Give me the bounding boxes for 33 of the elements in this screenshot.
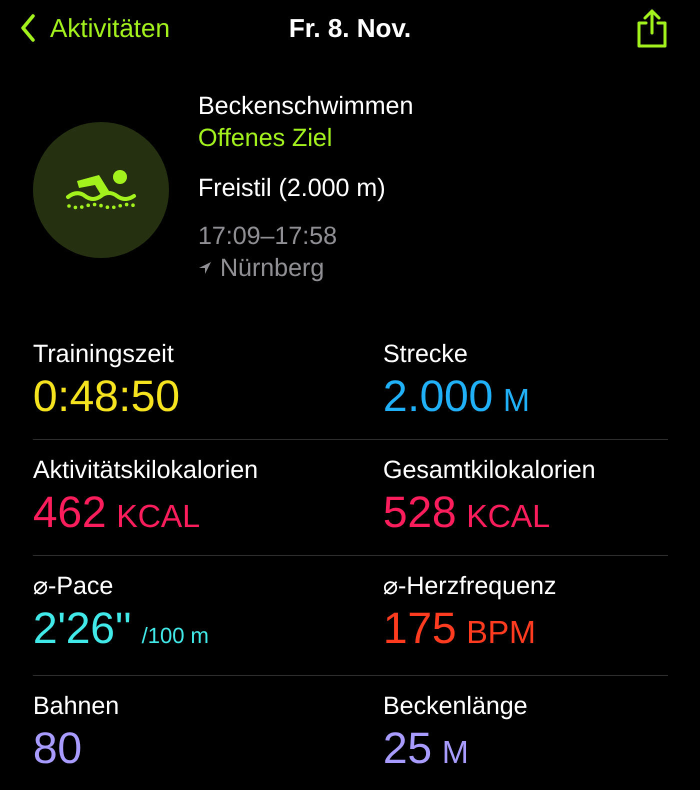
nav-title: Fr. 8. Nov. — [288, 12, 412, 44]
metric-label: Gesamtkilokalorien — [383, 455, 597, 486]
back-chevron-icon — [20, 14, 36, 42]
metric-label: ⌀-Pace — [33, 571, 114, 602]
metric-value: 25 — [383, 723, 432, 775]
swimmer-icon — [65, 169, 137, 211]
metric-unit: KCAL — [466, 497, 550, 536]
metric-unit: /100 m — [142, 622, 209, 650]
metric-label: Trainingszeit — [33, 339, 175, 370]
workout-location: Nürnberg — [220, 253, 324, 284]
metric-value: 0:48:50 — [33, 371, 180, 423]
metric-label: Beckenlänge — [383, 691, 529, 722]
workout-goal: Offenes Ziel — [198, 123, 334, 154]
workout-time: 17:09–17:58 — [198, 221, 338, 252]
metric-unit: M — [442, 733, 469, 772]
workout-detail: Freistil (2.000 m) — [198, 173, 387, 204]
metric-value: 2'26'' — [33, 603, 132, 655]
share-icon[interactable] — [636, 8, 668, 48]
metric-value: 175 — [383, 603, 456, 655]
back-button[interactable]: Aktivitäten — [20, 12, 170, 44]
metric-unit: BPM — [466, 613, 536, 652]
metric-label: Strecke — [383, 339, 469, 370]
location-arrow-icon — [198, 261, 212, 275]
metric-label: Aktivitätskilokalorien — [33, 455, 260, 486]
workout-name: Beckenschwimmen — [198, 91, 414, 122]
metric-unit: M — [503, 381, 530, 420]
metric-value: 2.000 — [383, 371, 494, 423]
metric-value: 462 — [33, 487, 106, 539]
metric-label: ⌀-Herzfrequenz — [383, 571, 558, 602]
metric-label: Bahnen — [33, 691, 120, 722]
metric-value: 528 — [383, 487, 456, 539]
metric-unit: KCAL — [116, 497, 200, 536]
metric-value: 80 — [33, 723, 82, 775]
